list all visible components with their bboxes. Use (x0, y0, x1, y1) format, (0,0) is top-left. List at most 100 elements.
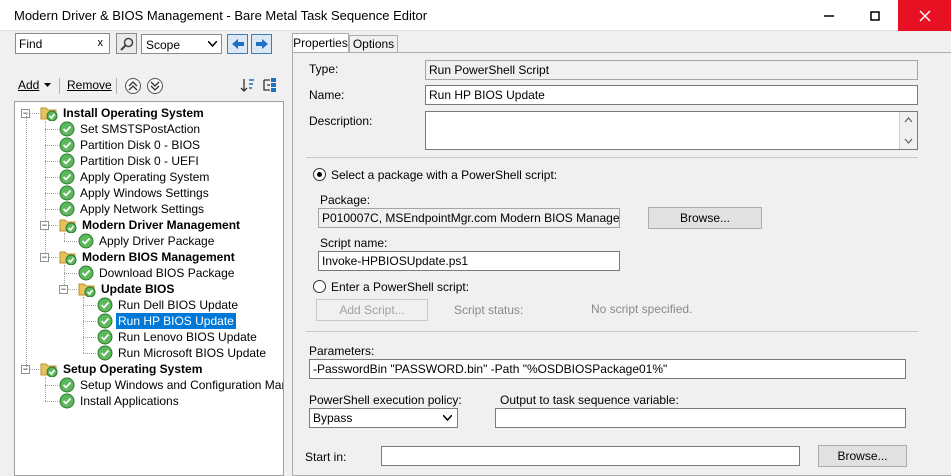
next-match-button[interactable] (251, 34, 272, 54)
dropdown-arrow-icon (44, 82, 52, 87)
tree-node-label: Set SMSTSPostAction (80, 122, 201, 136)
tree-node-label: Apply Operating System (80, 170, 210, 184)
clear-find-button[interactable]: x (98, 37, 104, 49)
minimize-button[interactable] (806, 0, 852, 31)
tree-step-node[interactable]: Apply Network Settings (59, 201, 206, 217)
tree-group-node[interactable]: Update BIOS (78, 281, 176, 297)
parameters-input[interactable]: -PasswordBin "PASSWORD.bin" -Path "%OSDB… (309, 359, 906, 379)
tree-connector (45, 121, 46, 257)
tree-node-label: Install Applications (80, 394, 179, 408)
execution-policy-select[interactable]: Bypass (309, 408, 458, 428)
tab-options[interactable]: Options (349, 35, 398, 53)
tree-connector (45, 385, 58, 386)
maximize-icon (870, 10, 880, 21)
tree-step-node[interactable]: Run HP BIOS Update (97, 313, 236, 329)
script-name-label: Script name: (320, 236, 388, 250)
select-package-radio[interactable] (313, 168, 326, 181)
type-label: Type: (309, 62, 339, 76)
tree-node-label: Download BIOS Package (99, 266, 235, 280)
tree-step-node[interactable]: Run Lenovo BIOS Update (97, 329, 259, 345)
collapse-toggle[interactable]: − (59, 285, 68, 294)
script-status-value: No script specified. (591, 302, 693, 316)
find-input[interactable]: Find x (15, 33, 110, 54)
remove-button[interactable]: Remove (67, 78, 112, 92)
description-label: Description: (309, 114, 373, 128)
execution-policy-label: PowerShell execution policy: (309, 393, 462, 407)
move-up-button[interactable] (125, 78, 141, 94)
move-down-button[interactable] (147, 78, 163, 94)
tree-step-node[interactable]: Partition Disk 0 - BIOS (59, 137, 202, 153)
tree-group-node[interactable]: Modern Driver Management (59, 217, 242, 233)
type-value: Run PowerShell Script (429, 63, 550, 77)
sort-button[interactable] (240, 77, 256, 96)
green-check-icon (78, 265, 94, 281)
tree-group-node[interactable]: Setup Operating System (40, 361, 204, 377)
tree-step-node[interactable]: Set SMSTSPostAction (59, 121, 202, 137)
tree-step-node[interactable]: Run Dell BIOS Update (97, 297, 240, 313)
search-button[interactable] (116, 33, 137, 54)
green-check-icon (97, 297, 113, 313)
scope-value: Scope (146, 38, 181, 52)
enter-script-label: Enter a PowerShell script: (331, 280, 470, 294)
folder-check-icon (59, 217, 77, 233)
tree-node-label: Run Lenovo BIOS Update (118, 330, 257, 344)
tree-node-label: Install Operating System (63, 106, 204, 120)
tree-step-node[interactable]: Apply Windows Settings (59, 185, 211, 201)
execution-policy-value: Bypass (313, 411, 353, 425)
description-scrollbar[interactable] (899, 112, 917, 149)
tab-properties[interactable]: Properties (292, 33, 349, 53)
tree-connector (45, 377, 46, 401)
script-name-value: Invoke-HPBIOSUpdate.ps1 (322, 254, 469, 268)
tree-node-label: Apply Windows Settings (80, 186, 209, 200)
name-input[interactable]: Run HP BIOS Update (425, 85, 918, 105)
tree-step-node[interactable]: Partition Disk 0 - UEFI (59, 153, 201, 169)
group-button[interactable] (262, 77, 278, 96)
arrow-left-icon (231, 39, 244, 49)
tree-step-node[interactable]: Apply Operating System (59, 169, 211, 185)
divider (306, 157, 918, 158)
tree-step-node[interactable]: Download BIOS Package (78, 265, 236, 281)
tree-node-label: Setup Operating System (63, 362, 203, 376)
start-in-input[interactable] (381, 446, 800, 466)
tree-group-node[interactable]: Install Operating System (40, 105, 206, 121)
output-variable-input[interactable] (495, 408, 906, 428)
add-menu[interactable]: Add (18, 78, 52, 92)
parameters-value: -PasswordBin "PASSWORD.bin" -Path "%OSDB… (313, 362, 668, 376)
collapse-toggle[interactable]: − (40, 221, 49, 230)
browse-start-in-button[interactable]: Browse... (818, 445, 907, 467)
script-name-input[interactable]: Invoke-HPBIOSUpdate.ps1 (318, 251, 620, 271)
task-sequence-tree[interactable]: − − − − − Install Operating System Set SMSTSP… (14, 101, 284, 476)
chevron-down-icon (208, 41, 217, 47)
tree-connector (26, 113, 27, 369)
tree-step-node[interactable]: Setup Windows and Configuration Manager (59, 377, 283, 393)
previous-match-button[interactable] (227, 34, 248, 54)
tree-connector (83, 337, 96, 338)
green-check-icon (59, 185, 75, 201)
green-check-icon (59, 201, 75, 217)
tree-step-node[interactable]: Apply Driver Package (78, 233, 216, 249)
scope-select[interactable]: Scope (141, 34, 222, 54)
tree-step-node[interactable]: Install Applications (59, 393, 181, 409)
tree-connector (64, 273, 77, 274)
browse-package-button[interactable]: Browse... (648, 207, 762, 229)
enter-script-radio[interactable] (313, 280, 326, 293)
toolbar-separator (116, 78, 117, 94)
collapse-toggle[interactable]: − (40, 253, 49, 262)
green-check-icon (59, 137, 75, 153)
double-chevron-down-icon (150, 81, 160, 91)
group-icon (263, 78, 276, 92)
start-in-label: Start in: (305, 450, 347, 464)
tree-group-node[interactable]: Modern BIOS Management (59, 249, 237, 265)
divider (306, 331, 918, 332)
tree-node-label: Run HP BIOS Update (116, 313, 236, 329)
green-check-icon (59, 377, 75, 393)
add-script-button[interactable]: Add Script... (316, 299, 428, 321)
script-status-label: Script status: (454, 303, 524, 317)
tree-step-node[interactable]: Run Microsoft BIOS Update (97, 345, 268, 361)
maximize-button[interactable] (852, 0, 898, 31)
description-textarea[interactable] (425, 111, 918, 150)
green-check-icon (59, 169, 75, 185)
close-button[interactable] (898, 0, 951, 31)
tree-node-label: Partition Disk 0 - BIOS (80, 138, 201, 152)
tree-connector (83, 305, 96, 306)
